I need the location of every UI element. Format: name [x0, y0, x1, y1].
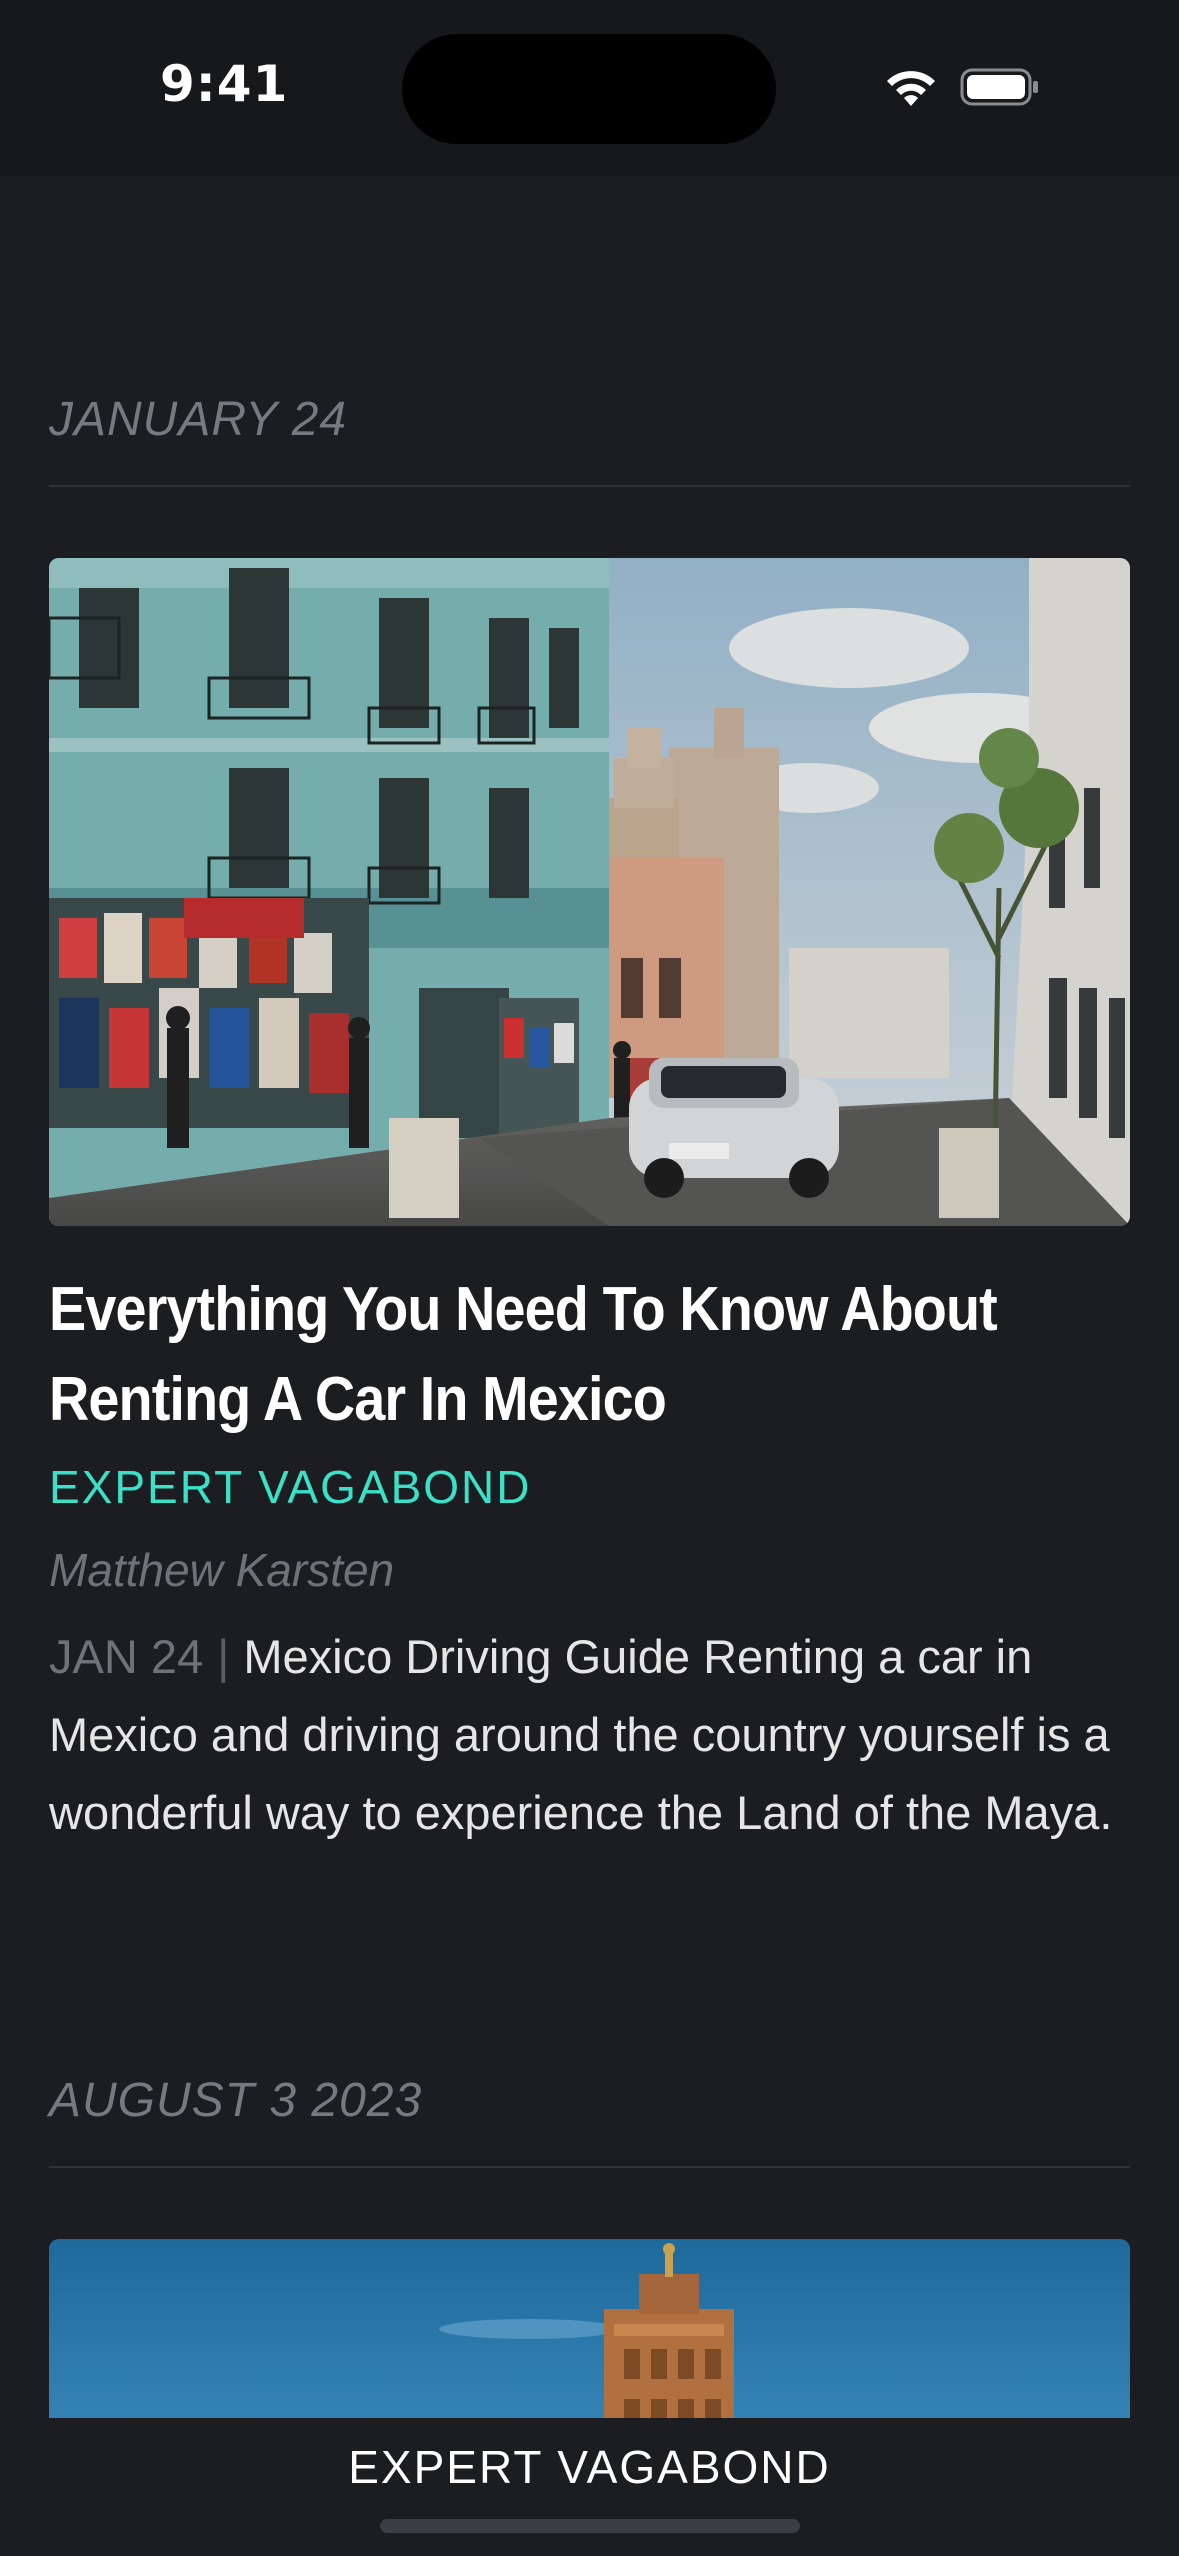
wifi-icon [887, 71, 935, 106]
status-bar: 9:41 [0, 0, 1179, 176]
dynamic-island [402, 34, 776, 144]
section-divider [49, 485, 1130, 487]
section-divider [49, 2166, 1130, 2168]
battery-icon [960, 68, 1038, 106]
article-date: JAN 24 [49, 1630, 204, 1683]
date-header: JANUARY 24 [49, 393, 348, 446]
article-title[interactable]: Everything You Need To Know About Rentin… [49, 1265, 1022, 1445]
article-author[interactable]: Matthew Karsten [49, 1543, 394, 1597]
date-separator: | [217, 1630, 230, 1683]
article-image[interactable] [49, 558, 1130, 1226]
date-header: AUGUST 3 2023 [49, 2074, 423, 2127]
article-excerpt: JAN 24 | Mexico Driving Guide Renting a ca… [49, 1618, 1139, 1852]
article-excerpt-text: Mexico Driving Guide Renting a car in Me… [49, 1630, 1113, 1839]
mexico-street-photo [49, 558, 1130, 1226]
home-indicator[interactable] [380, 2519, 800, 2533]
bottom-nav-label[interactable]: EXPERT VAGABOND [0, 2440, 1179, 2494]
article-category[interactable]: EXPERT VAGABOND [49, 1460, 531, 1514]
status-time: 9:41 [160, 55, 289, 113]
